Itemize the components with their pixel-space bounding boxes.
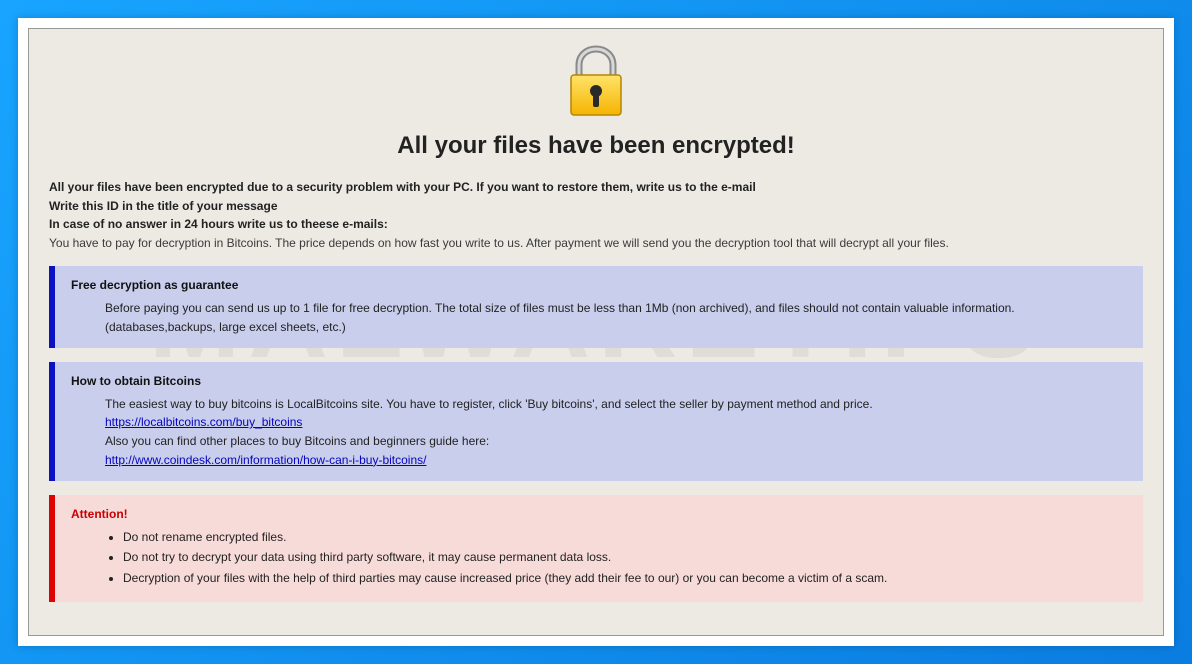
- attention-item: Do not rename encrypted files.: [123, 528, 1127, 547]
- link-localbitcoins[interactable]: https://localbitcoins.com/buy_bitcoins: [105, 415, 302, 429]
- obtain-line-a: The easiest way to buy bitcoins is Local…: [105, 395, 1127, 414]
- box-attention-heading: Attention!: [71, 505, 1127, 524]
- intro-line-1: All your files have been encrypted due t…: [49, 178, 1143, 197]
- box-guarantee-body: Before paying you can send us up to 1 fi…: [71, 299, 1127, 336]
- intro-line-4: You have to pay for decryption in Bitcoi…: [49, 234, 1143, 253]
- box-obtain-heading: How to obtain Bitcoins: [71, 372, 1127, 391]
- box-guarantee-heading: Free decryption as guarantee: [71, 276, 1127, 295]
- attention-item: Decryption of your files with the help o…: [123, 569, 1127, 588]
- page-body: All your files have been encrypted! All …: [29, 29, 1163, 636]
- desktop-background: MALWARETIPS: [0, 0, 1192, 664]
- box-obtain: How to obtain Bitcoins The easiest way t…: [49, 362, 1143, 481]
- page-title: All your files have been encrypted!: [49, 132, 1143, 160]
- box-attention: Attention! Do not rename encrypted files…: [49, 495, 1143, 601]
- lock-icon: [49, 45, 1143, 122]
- content-frame[interactable]: MALWARETIPS: [28, 28, 1164, 636]
- intro-line-3: In case of no answer in 24 hours write u…: [49, 215, 1143, 234]
- intro-block: All your files have been encrypted due t…: [49, 178, 1143, 252]
- link-coindesk[interactable]: http://www.coindesk.com/information/how-…: [105, 453, 426, 467]
- box-guarantee: Free decryption as guarantee Before payi…: [49, 266, 1143, 348]
- intro-line-2: Write this ID in the title of your messa…: [49, 197, 1143, 216]
- attention-item: Do not try to decrypt your data using th…: [123, 548, 1127, 567]
- obtain-line-b: Also you can find other places to buy Bi…: [105, 432, 1127, 451]
- window: MALWARETIPS: [18, 18, 1174, 646]
